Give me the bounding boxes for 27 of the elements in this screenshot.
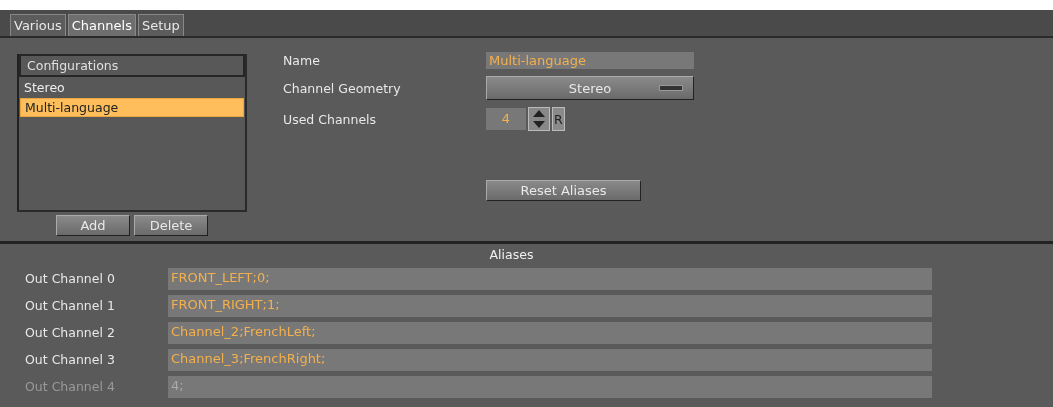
reset-aliases-button[interactable]: Reset Aliases xyxy=(486,180,641,201)
channel-label: Out Channel 1 xyxy=(24,298,116,313)
alias-field[interactable]: Channel_3;FrenchRight; xyxy=(168,348,932,371)
name-field[interactable]: Multi-language xyxy=(486,52,694,69)
alias-field[interactable]: FRONT_LEFT;0; xyxy=(168,267,932,290)
channel-label: Out Channel 0 xyxy=(24,271,116,286)
list-item[interactable]: Stereo xyxy=(20,79,244,96)
tab[interactable]: Various xyxy=(10,14,66,36)
config-button[interactable]: Add xyxy=(56,215,130,236)
config-button[interactable]: Delete xyxy=(134,215,208,236)
tab[interactable]: Setup xyxy=(137,14,184,36)
field-label: Channel Geometry xyxy=(283,80,402,96)
channels-field[interactable]: 4 xyxy=(486,108,526,130)
channel-label: Out Channel 4 xyxy=(24,379,116,394)
alias-field[interactable]: FRONT_RIGHT;1; xyxy=(168,294,932,317)
channel-label: Out Channel 3 xyxy=(24,352,116,367)
field-label: Used Channels xyxy=(283,111,378,127)
field-label: Name xyxy=(283,53,321,68)
tab[interactable]: Channels xyxy=(67,14,136,36)
spinner-arrows-icon[interactable] xyxy=(528,107,550,131)
channel-label: Out Channel 2 xyxy=(24,325,116,340)
section-title: Aliases xyxy=(488,247,535,264)
reset-channels-button[interactable]: R xyxy=(552,107,565,131)
geometry-dropdown[interactable]: Stereo xyxy=(486,76,694,100)
list-header: Configurations xyxy=(19,54,245,77)
alias-field[interactable]: Channel_2;FrenchLeft; xyxy=(168,321,932,344)
list-item[interactable]: Multi-language xyxy=(20,98,244,117)
